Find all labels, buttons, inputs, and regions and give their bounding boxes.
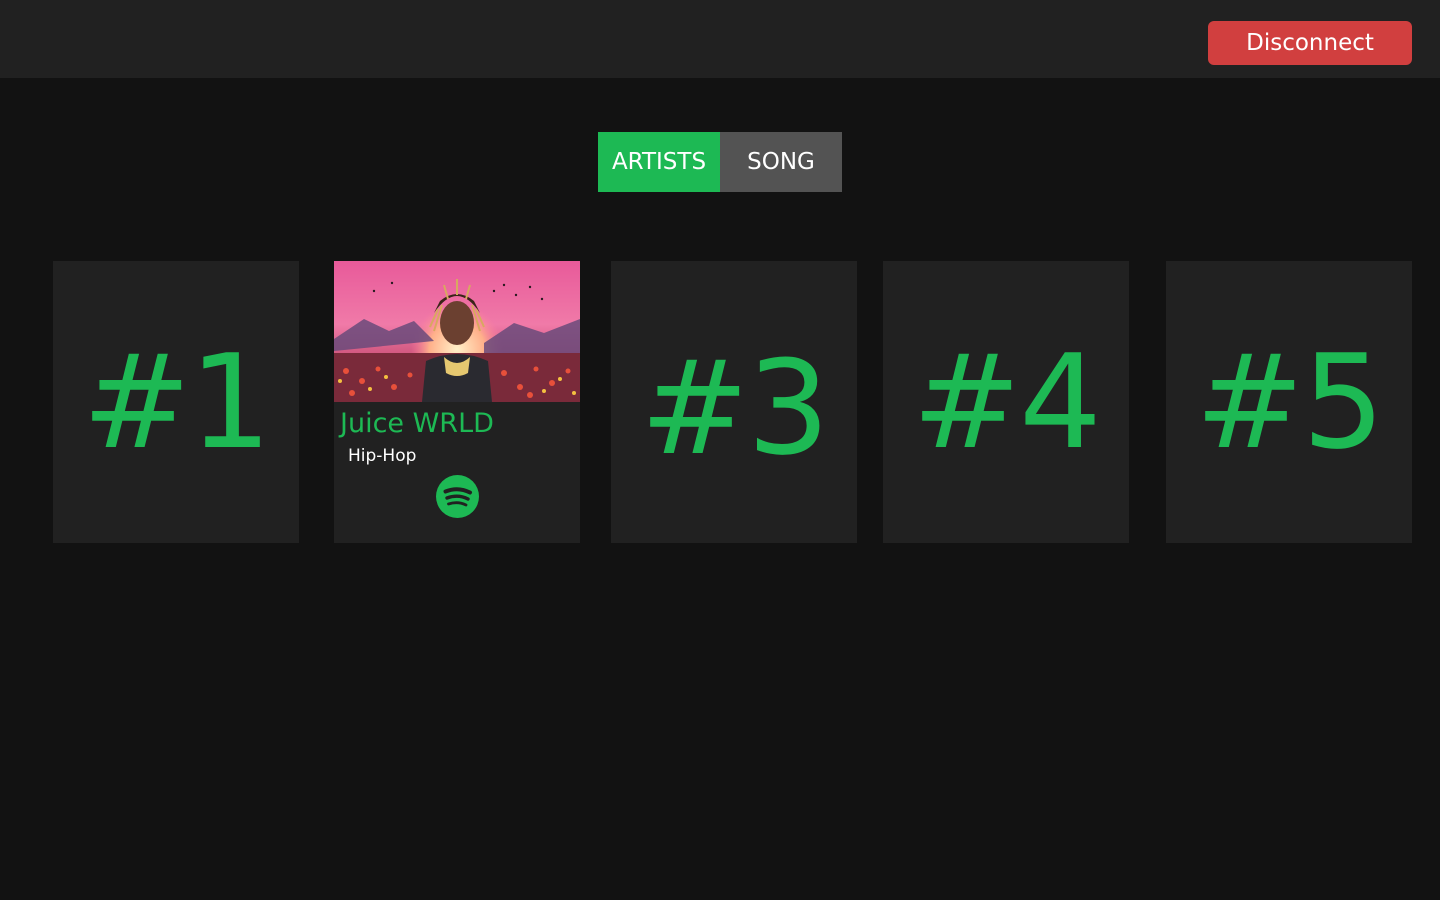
artist-genre: Hip-Hop: [348, 446, 417, 466]
disconnect-button[interactable]: Disconnect: [1208, 21, 1412, 65]
rank-label: #1: [82, 326, 272, 478]
artist-image: [334, 261, 580, 402]
tab-song[interactable]: SONG: [720, 132, 842, 192]
rank-card-5[interactable]: #5: [1166, 261, 1412, 543]
rank-label: #5: [1195, 326, 1385, 478]
rank-card-3[interactable]: #3: [611, 261, 857, 543]
view-tabs: ARTISTS SONG: [598, 132, 842, 192]
artist-card[interactable]: Juice WRLD Hip-Hop: [334, 261, 580, 543]
artist-name: Juice WRLD: [340, 408, 494, 439]
rank-card-1[interactable]: #1: [53, 261, 299, 543]
rank-card-4[interactable]: #4: [883, 261, 1129, 543]
rank-label: #3: [640, 332, 830, 484]
rank-label: #4: [912, 326, 1102, 478]
top-bar: Disconnect: [0, 0, 1440, 78]
spotify-icon[interactable]: [435, 474, 480, 519]
tab-artists[interactable]: ARTISTS: [598, 132, 720, 192]
